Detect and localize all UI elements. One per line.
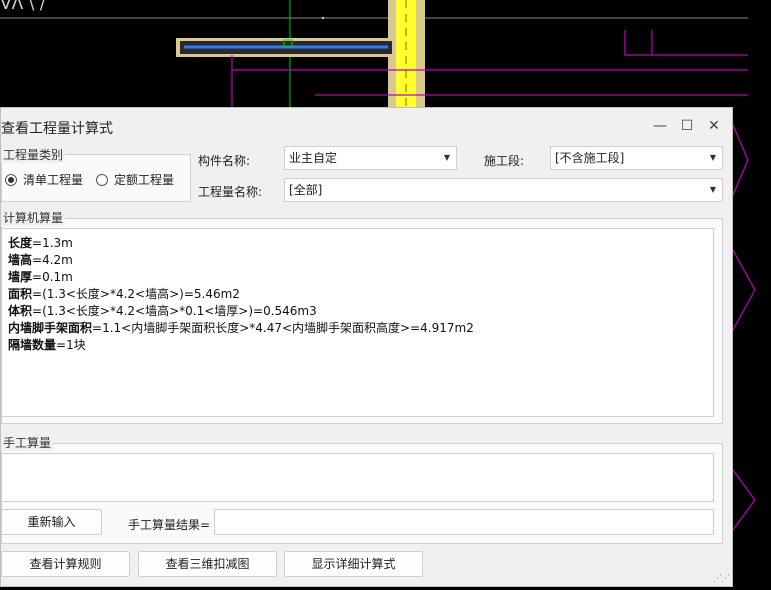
quantity-name-value: [全部] xyxy=(289,183,323,197)
radio-unselected-icon xyxy=(96,173,108,186)
manual-calc-group-title: 手工算量 xyxy=(1,434,54,451)
component-name-label: 构件名称: xyxy=(198,154,251,168)
close-button[interactable]: ✕ xyxy=(703,116,725,136)
calc-line: 内墙脚手架面积=1.1<内墙脚手架面积长度>*4.47<内墙脚手架面积高度>=4… xyxy=(8,321,474,335)
radio-quota-quantity[interactable]: 定额工程量 xyxy=(96,171,174,188)
construction-stage-select[interactable]: [不含施工段] ▼ xyxy=(550,146,723,170)
radio-selected-icon xyxy=(5,173,17,186)
minimize-button[interactable]: — xyxy=(649,116,671,136)
view-calc-rules-button[interactable]: 查看计算规则 xyxy=(1,551,130,577)
show-detail-formula-button[interactable]: 显示详细计算式 xyxy=(284,551,423,577)
calc-line: 墙高=4.2m xyxy=(8,253,73,267)
calc-line: 体积=(1.3<长度>*4.2<墙高>*0.1<墙厚>)=0.546m3 xyxy=(8,304,317,318)
quantity-name-select[interactable]: [全部] ▼ xyxy=(284,178,723,202)
manual-calc-textbox[interactable] xyxy=(1,453,714,502)
dialog-title: 查看工程量计算式 xyxy=(1,121,113,137)
calc-line: 长度=1.3m xyxy=(8,236,73,250)
radio-quota-quantity-label: 定额工程量 xyxy=(114,173,175,187)
calc-lines: 长度=1.3m 墙高=4.2m 墙厚=0.1m 面积=(1.3<长度>*4.2<… xyxy=(8,235,474,354)
computer-calc-textbox[interactable]: 长度=1.3m 墙高=4.2m 墙厚=0.1m 面积=(1.3<长度>*4.2<… xyxy=(1,228,714,417)
calc-line: 隔墙数量=1块 xyxy=(8,338,86,352)
quantity-name-label: 工程量名称: xyxy=(198,185,263,199)
manual-result-input[interactable] xyxy=(214,509,714,535)
component-name-value: 业主自定 xyxy=(289,151,338,165)
component-name-select[interactable]: 业主自定 ▼ xyxy=(284,146,457,170)
computer-calc-group-title: 计算机算量 xyxy=(1,209,66,226)
construction-stage-label: 施工段: xyxy=(484,154,525,168)
quantity-type-group-title: 工程量类别 xyxy=(1,146,66,163)
chevron-down-icon: ▼ xyxy=(709,153,716,162)
calc-line: 面积=(1.3<长度>*4.2<墙高>)=5.46m2 xyxy=(8,287,240,301)
reenter-button[interactable]: 重新输入 xyxy=(1,509,102,535)
chevron-down-icon: ▼ xyxy=(443,153,450,162)
quantity-formula-dialog: 查看工程量计算式 — ☐ ✕ 工程量类别 清单工程量 定额工程量 构件名称: 业… xyxy=(0,107,733,587)
resize-grip-icon[interactable]: ⋰⋰ xyxy=(713,574,730,584)
maximize-button[interactable]: ☐ xyxy=(676,116,698,136)
chevron-down-icon: ▼ xyxy=(709,185,716,194)
view-3d-deduction-button[interactable]: 查看三维扣减图 xyxy=(138,551,277,577)
calc-line: 墙厚=0.1m xyxy=(8,270,73,284)
cad-corner-label: VΛ \ / xyxy=(0,0,46,14)
radio-bill-quantity[interactable]: 清单工程量 xyxy=(5,171,83,188)
construction-stage-value: [不含施工段] xyxy=(555,151,625,165)
manual-result-label: 手工算量结果= xyxy=(128,518,211,532)
radio-bill-quantity-label: 清单工程量 xyxy=(23,173,84,187)
